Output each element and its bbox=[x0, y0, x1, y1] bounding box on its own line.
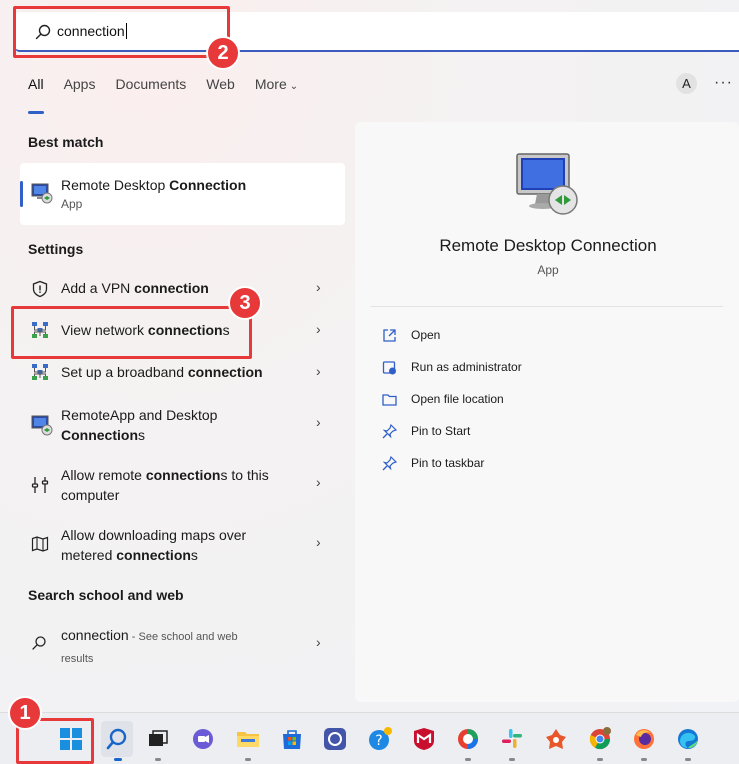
annotation-box-search bbox=[13, 6, 230, 58]
tab-more-label: More bbox=[254, 76, 287, 92]
preview-title: Remote Desktop Connection bbox=[439, 236, 657, 255]
settings-item-label: Allow downloading maps over metered conne… bbox=[61, 527, 247, 563]
task-view-icon[interactable] bbox=[146, 727, 170, 751]
settings-item-label: Set up a broadband connection bbox=[61, 364, 263, 380]
active-indicator bbox=[114, 758, 122, 761]
running-indicator bbox=[597, 758, 603, 761]
settings-item-remote-connections[interactable]: Allow remote connections to this computer… bbox=[20, 464, 345, 506]
remote-settings-icon bbox=[31, 477, 49, 493]
chevron-right-icon: › bbox=[316, 321, 321, 337]
action-label: Pin to Start bbox=[411, 424, 471, 438]
tab-all[interactable]: All bbox=[28, 76, 44, 114]
search-icon bbox=[32, 636, 46, 650]
account-avatar[interactable]: A bbox=[676, 73, 697, 94]
admin-shield-icon bbox=[382, 361, 396, 375]
tab-web[interactable]: Web bbox=[206, 76, 235, 106]
web-search-header: Search school and web bbox=[28, 587, 184, 603]
slack-icon[interactable] bbox=[500, 727, 524, 751]
best-match-title: Remote Desktop Connection bbox=[61, 177, 247, 193]
action-label: Pin to taskbar bbox=[411, 456, 485, 470]
web-search-label: connection - See school and web results bbox=[61, 627, 238, 665]
photos-icon[interactable] bbox=[456, 727, 480, 751]
web-search-result[interactable]: connection - See school and web results › bbox=[20, 625, 345, 665]
running-indicator bbox=[641, 758, 647, 761]
running-indicator bbox=[155, 758, 161, 761]
remote-desktop-icon bbox=[516, 153, 578, 215]
search-icon[interactable] bbox=[105, 727, 129, 751]
remote-desktop-icon bbox=[31, 415, 53, 436]
chevron-right-icon: › bbox=[316, 474, 321, 490]
settings-item-remoteapp[interactable]: RemoteApp and Desktop Connections › bbox=[20, 404, 345, 446]
action-open-file-location[interactable]: Open file location bbox=[382, 390, 562, 410]
annotation-badge-3: 3 bbox=[228, 286, 262, 320]
selection-indicator bbox=[20, 181, 23, 207]
chevron-right-icon: › bbox=[316, 634, 321, 650]
network-connections-icon bbox=[32, 364, 48, 380]
annotation-box-view-network bbox=[11, 306, 252, 359]
store-icon[interactable] bbox=[280, 727, 304, 751]
folder-icon bbox=[382, 394, 397, 406]
action-open[interactable]: Open bbox=[382, 326, 502, 346]
file-explorer-icon[interactable] bbox=[236, 727, 260, 751]
action-pin-to-taskbar[interactable]: Pin to taskbar bbox=[382, 454, 522, 474]
chat-icon[interactable] bbox=[191, 727, 215, 751]
taskbar: ? bbox=[0, 712, 739, 764]
running-indicator bbox=[509, 758, 515, 761]
action-label: Open file location bbox=[411, 392, 504, 406]
chevron-right-icon: › bbox=[316, 279, 321, 295]
action-pin-to-start[interactable]: Pin to Start bbox=[382, 422, 522, 442]
best-match-header: Best match bbox=[28, 134, 104, 150]
action-run-as-administrator[interactable]: Run as administrator bbox=[382, 358, 562, 378]
settings-item-broadband[interactable]: Set up a broadband connection › bbox=[20, 362, 345, 384]
chevron-right-icon: › bbox=[316, 414, 321, 430]
preview-subtitle: App bbox=[537, 263, 559, 277]
chrome-icon[interactable] bbox=[588, 727, 612, 751]
edge-icon[interactable] bbox=[676, 727, 700, 751]
action-label: Open bbox=[411, 328, 441, 342]
map-icon bbox=[31, 536, 49, 552]
mcafee-icon[interactable] bbox=[412, 727, 436, 751]
app-icon[interactable] bbox=[323, 727, 347, 751]
settings-item-label: Add a VPN connection bbox=[61, 280, 209, 296]
more-options-icon[interactable]: ··· bbox=[714, 74, 733, 92]
remote-desktop-icon bbox=[31, 183, 53, 204]
tab-apps[interactable]: Apps bbox=[64, 76, 96, 106]
settings-item-label: RemoteApp and Desktop Connections bbox=[61, 407, 218, 443]
chevron-down-icon: ⌄ bbox=[289, 81, 299, 92]
tab-more[interactable]: More ⌄ bbox=[255, 76, 298, 106]
running-indicator bbox=[685, 758, 691, 761]
search-filter-tabs: All Apps Documents Web More ⌄ bbox=[28, 76, 318, 114]
best-match-result[interactable]: Remote Desktop Connection App bbox=[20, 163, 345, 225]
pin-icon bbox=[382, 456, 397, 471]
chevron-right-icon: › bbox=[316, 363, 321, 379]
svg-text:?: ? bbox=[375, 733, 382, 749]
divider bbox=[371, 306, 723, 307]
action-label: Run as administrator bbox=[411, 360, 522, 374]
pin-icon bbox=[382, 424, 397, 439]
help-icon[interactable]: ? bbox=[368, 727, 392, 751]
settings-item-offline-maps[interactable]: Allow downloading maps over metered conne… bbox=[20, 524, 345, 566]
settings-item-vpn[interactable]: Add a VPN connection › bbox=[20, 278, 345, 300]
open-icon bbox=[383, 329, 396, 342]
preview-pane: Remote Desktop Connection App Open Run a… bbox=[355, 122, 739, 702]
best-match-subtitle: App bbox=[61, 197, 83, 211]
firefox-icon[interactable] bbox=[632, 727, 656, 751]
shield-icon bbox=[32, 280, 48, 298]
tab-documents[interactable]: Documents bbox=[115, 76, 186, 106]
chevron-right-icon: › bbox=[316, 534, 321, 550]
settings-item-label: Allow remote connections to this computer bbox=[61, 467, 269, 503]
settings-header: Settings bbox=[28, 241, 84, 257]
running-indicator bbox=[465, 758, 471, 761]
annotation-badge-1: 1 bbox=[8, 696, 42, 730]
running-indicator bbox=[245, 758, 251, 761]
game-app-icon[interactable] bbox=[544, 727, 568, 751]
annotation-badge-2: 2 bbox=[206, 36, 240, 70]
